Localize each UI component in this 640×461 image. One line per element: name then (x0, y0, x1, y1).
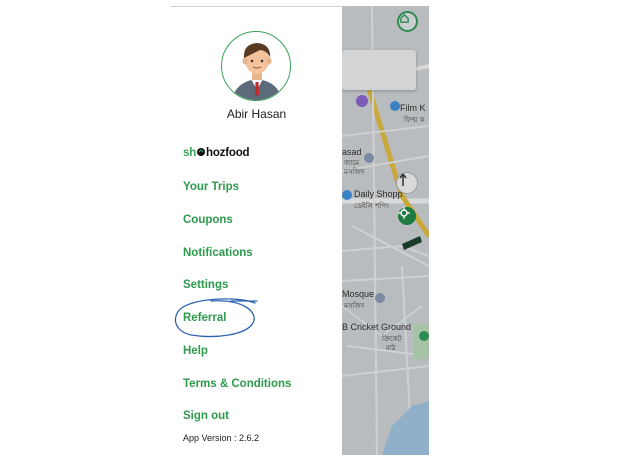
compass-icon (399, 173, 407, 186)
brand-part-3: food (225, 147, 250, 159)
map-label-film: Film K (400, 103, 426, 113)
locate-button[interactable] (398, 207, 416, 225)
map-label-mosque-sub: মসজিদ (344, 302, 365, 310)
brand-o-icon (197, 148, 206, 156)
map-label-daily-shop-sub: ডেইলি শপিং (354, 202, 389, 210)
compass-button[interactable] (396, 172, 418, 194)
map-search-box[interactable] (342, 50, 416, 90)
map-label-daily-shop: Daily Shopp (354, 189, 403, 199)
referral-highlight-circle (174, 298, 258, 338)
menu-item-sign-out[interactable]: Sign out (183, 410, 229, 422)
app-version: App Version : 2.6.2 (183, 433, 260, 443)
user-name: Abir Hasan (226, 107, 287, 121)
menu-item-settings[interactable]: Settings (183, 279, 228, 291)
home-icon (400, 13, 409, 23)
map-label-masjid: asad (342, 147, 362, 157)
brand-part-1: sh (183, 147, 197, 159)
menu-item-notifications[interactable]: Notifications (183, 247, 253, 259)
shohoz-food-logo[interactable]: sh hozfood (183, 147, 250, 159)
phone-screen: Film K ফিল্ম ক asad জামে মসজিদ Daily Sho… (171, 6, 429, 455)
brand-part-2: hoz (206, 147, 226, 159)
navigation-drawer: Abir Hasan sh hozfood Your Trips Coupons … (171, 6, 342, 455)
map-label-cricket: B Cricket Ground (342, 322, 412, 332)
map-view[interactable]: Film K ফিল্ম ক asad জামে মসজিদ Daily Sho… (342, 6, 429, 455)
avatar[interactable] (221, 31, 291, 101)
locate-icon (398, 207, 410, 219)
user-avatar-icon (232, 43, 282, 100)
home-button[interactable] (397, 11, 418, 32)
menu-item-coupons[interactable]: Coupons (183, 214, 233, 226)
menu-item-help[interactable]: Help (183, 345, 208, 357)
map-label-mosque: Mosque (342, 289, 375, 299)
menu-item-terms-conditions[interactable]: Terms & Conditions (183, 378, 291, 390)
map-label-film-sub: ফিল্ম ক (404, 116, 425, 124)
map-label-masjid-sub2: মসজিদ (344, 168, 365, 176)
map-label-cricket-sub2: মাঠ (386, 344, 396, 352)
menu-item-your-trips[interactable]: Your Trips (183, 181, 239, 193)
